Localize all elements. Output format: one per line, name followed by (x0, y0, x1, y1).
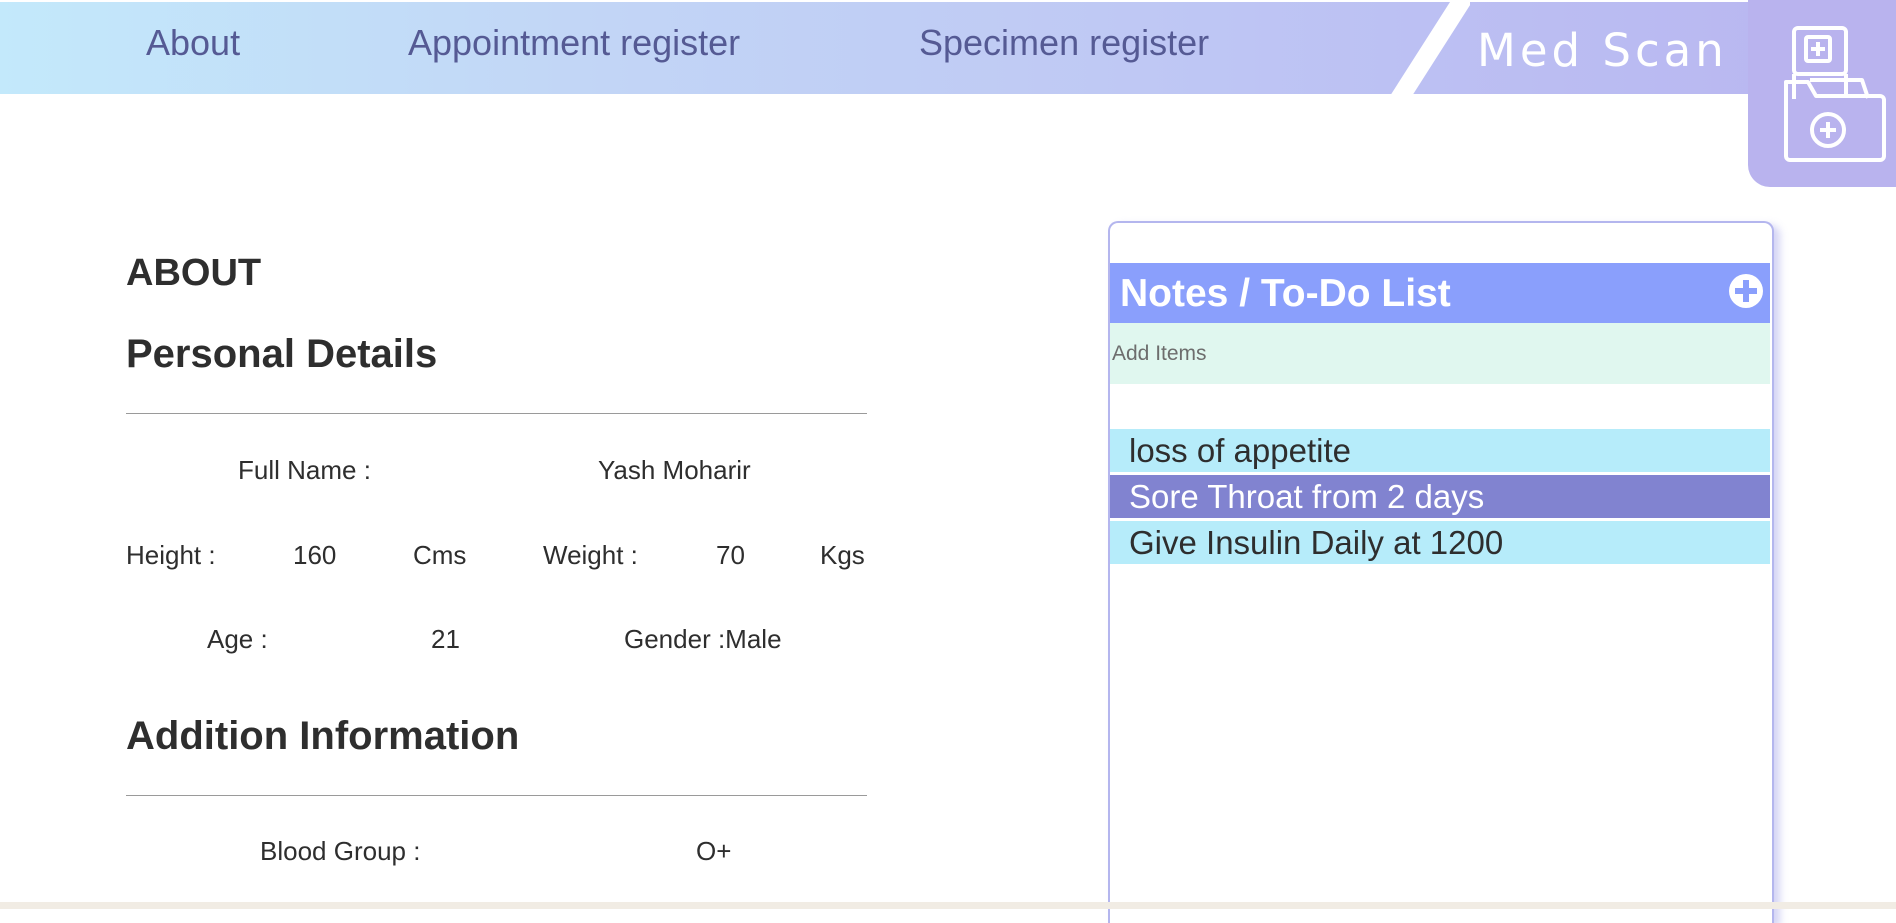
height-label: Height : (126, 540, 216, 570)
age-label: Age : (207, 624, 268, 654)
add-items-input[interactable] (1110, 323, 1770, 384)
weight-value: 70 (716, 540, 745, 570)
todo-item-selected[interactable]: Sore Throat from 2 days (1110, 475, 1770, 518)
todo-item[interactable]: Give Insulin Daily at 1200 (1110, 521, 1770, 564)
blood-group-value: O+ (696, 836, 732, 866)
notes-title: Notes / To-Do List (1120, 272, 1451, 315)
section-divider (126, 413, 867, 414)
height-unit: Cms (413, 540, 467, 570)
section-divider (126, 795, 867, 796)
weight-label: Weight : (543, 540, 638, 570)
todo-item[interactable]: loss of appetite (1110, 429, 1770, 472)
medical-folder-icon (1784, 26, 1886, 162)
additional-information-heading: Addition Information (126, 714, 520, 758)
top-navbar: About Appointment register Specimen regi… (0, 2, 1896, 96)
bottom-edge (0, 902, 1896, 909)
nav-divider-slash (1390, 2, 1470, 96)
blood-group-label: Blood Group : (260, 836, 421, 866)
notes-header: Notes / To-Do List (1110, 263, 1770, 323)
gender-value: Gender :Male (624, 624, 782, 654)
brand-name: Med Scan (1477, 24, 1728, 77)
brand-logo-tab[interactable] (1748, 0, 1896, 187)
nav-appointment-register[interactable]: Appointment register (408, 22, 740, 64)
height-value: 160 (293, 540, 337, 570)
full-name-value: Yash Moharir (598, 455, 751, 485)
nav-about[interactable]: About (146, 22, 240, 64)
age-value: 21 (431, 624, 460, 654)
personal-details-heading: Personal Details (126, 332, 438, 376)
plus-circle-icon[interactable] (1729, 274, 1763, 308)
about-heading: ABOUT (126, 252, 262, 294)
full-name-label: Full Name : (238, 455, 371, 485)
weight-unit: Kgs (820, 540, 865, 570)
nav-specimen-register[interactable]: Specimen register (919, 22, 1209, 64)
